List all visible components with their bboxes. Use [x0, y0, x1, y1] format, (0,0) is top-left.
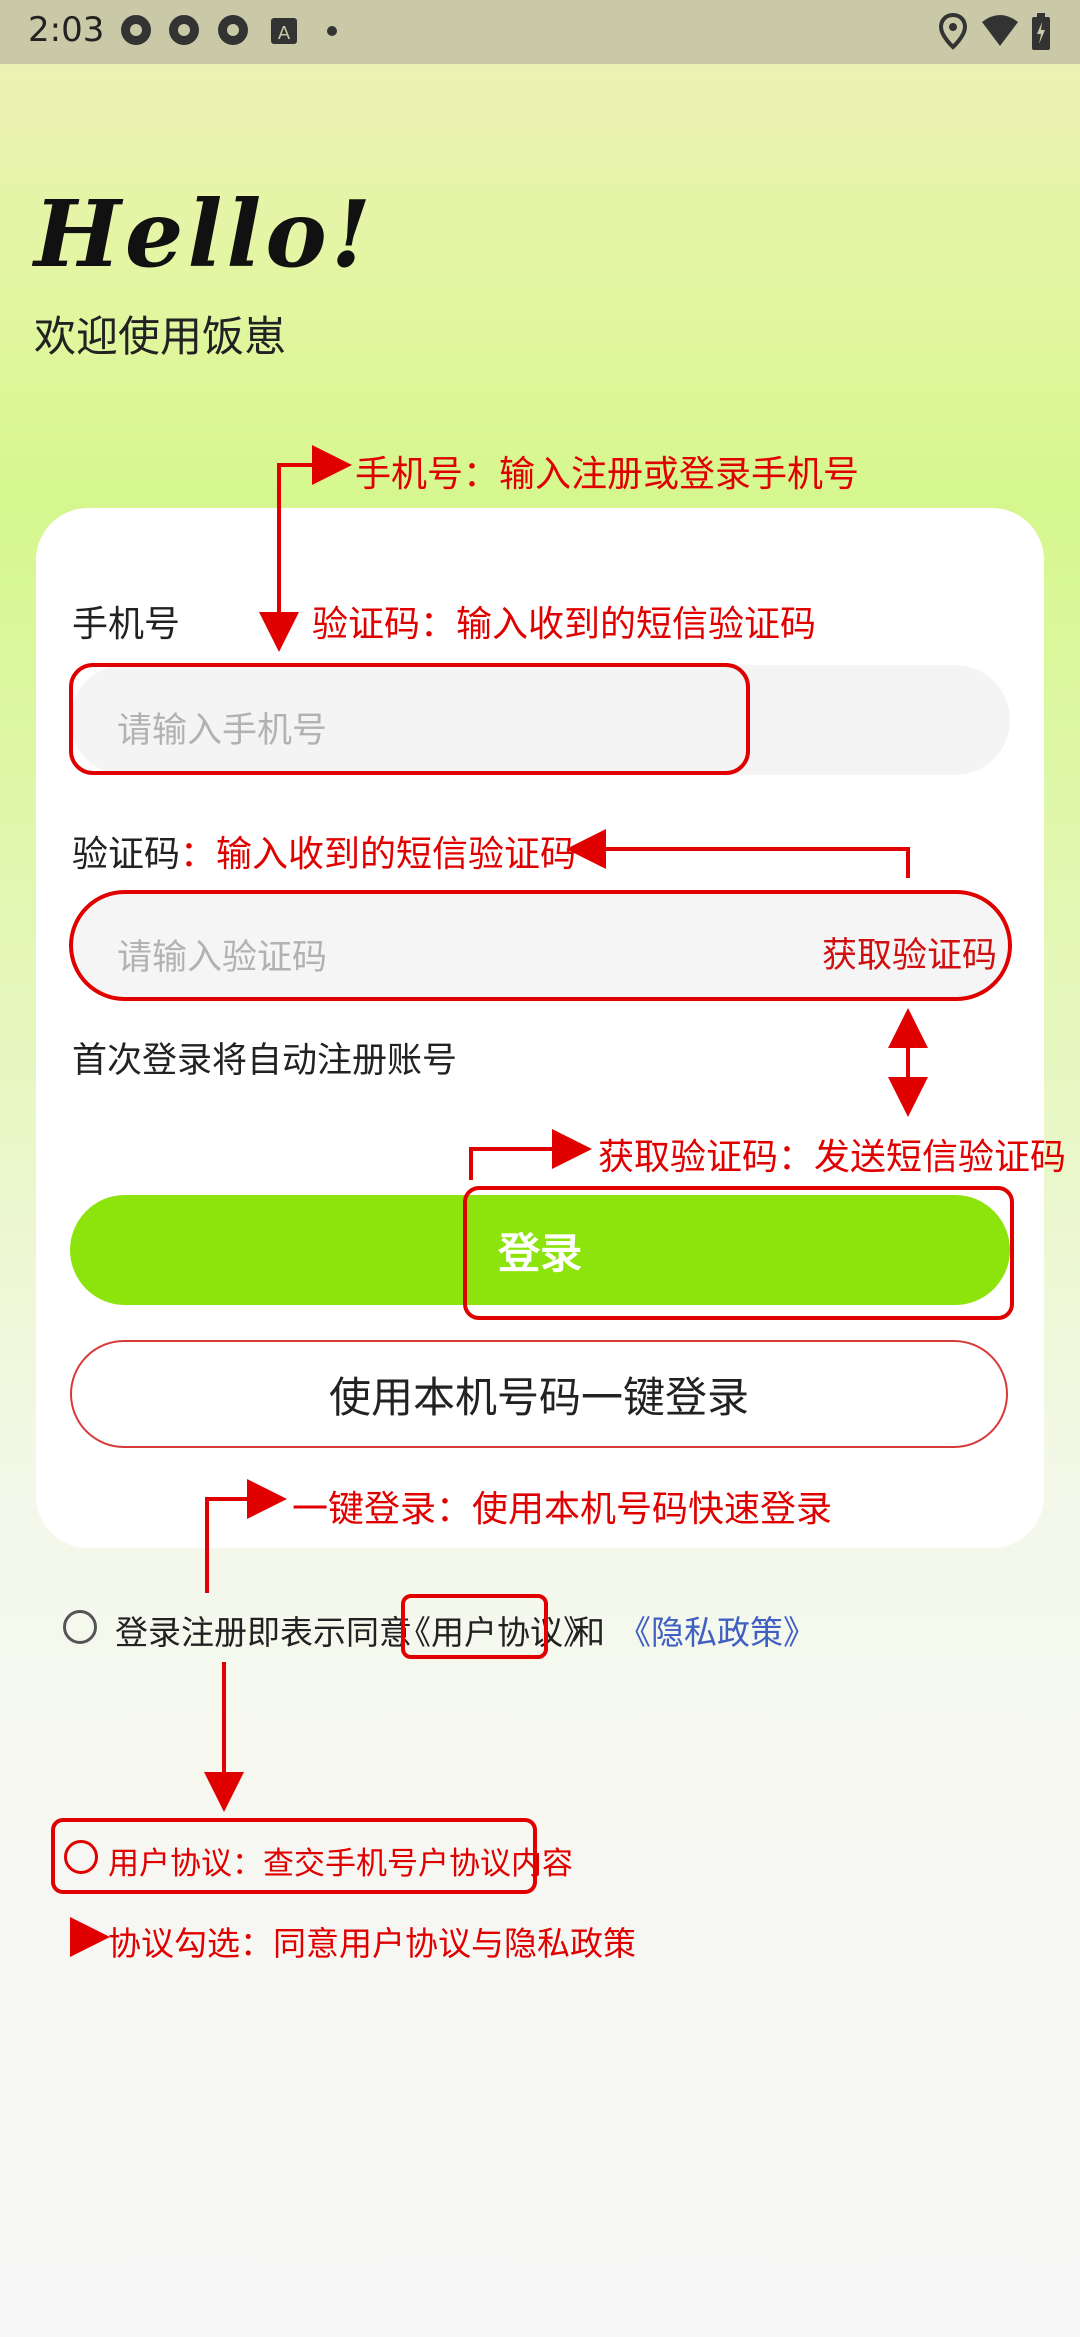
- arrow-one-key: [205, 1479, 287, 1593]
- arrow-phone: [277, 445, 352, 648]
- arrow-code: [566, 829, 910, 878]
- annotation-arrows: [70, 445, 928, 1957]
- arrow-login: [469, 1129, 592, 1180]
